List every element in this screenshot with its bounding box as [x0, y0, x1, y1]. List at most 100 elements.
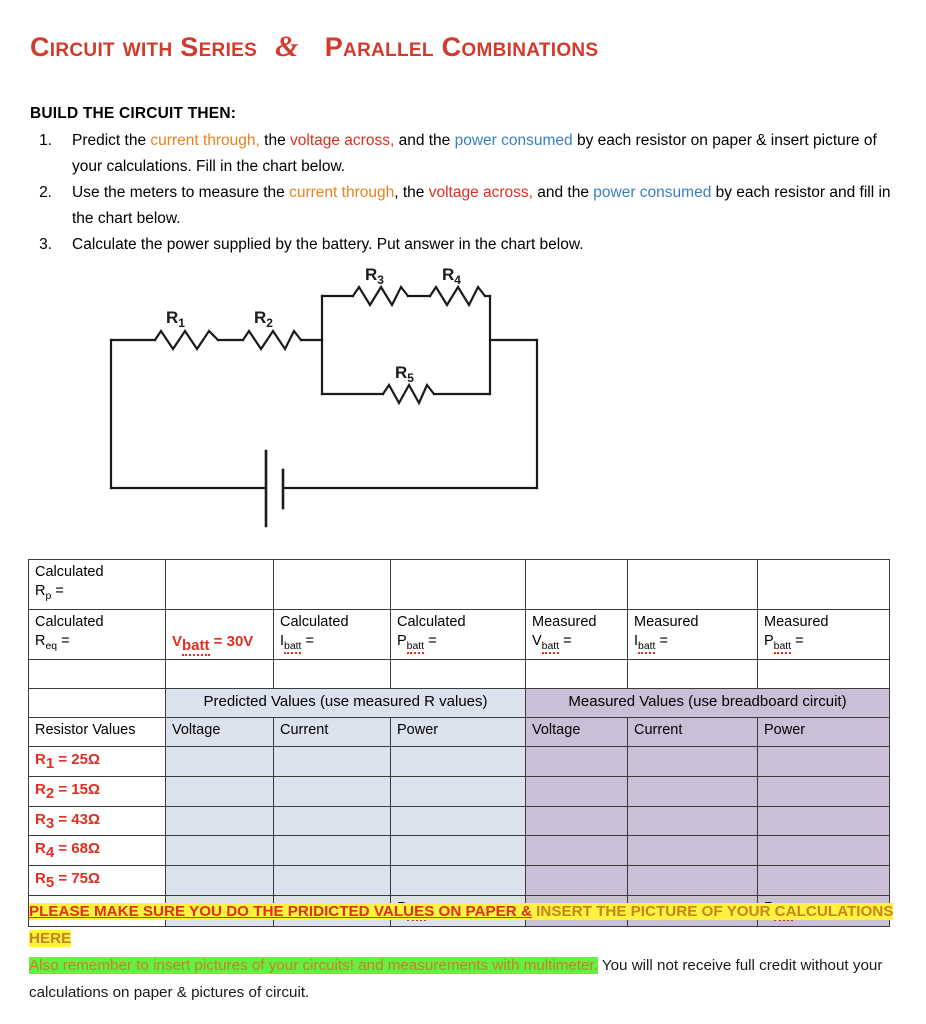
cell-resistor-r1: R1 = 25Ω: [28, 745, 166, 777]
cell-r4-measured-power[interactable]: [757, 835, 890, 867]
cell-spacer-2[interactable]: [165, 658, 274, 689]
cell-r1-measured-voltage[interactable]: [525, 745, 628, 777]
label-r5: R5: [395, 363, 414, 385]
r5-value: = 75Ω: [54, 870, 100, 888]
cell-r3-predicted-voltage[interactable]: [165, 805, 274, 837]
cell-measured-vbatt: Measured Vbatt =: [525, 608, 628, 660]
list-item: 2. Use the meters to measure the current…: [30, 180, 910, 232]
list-item-text: Calculate the power supplied by the batt…: [72, 236, 584, 253]
cell-r2-measured-power[interactable]: [757, 775, 890, 807]
cell-r5-measured-power[interactable]: [757, 865, 890, 897]
vbatt-symbol: V: [172, 632, 183, 650]
cell-r4-predicted-current[interactable]: [273, 835, 391, 867]
table-row-battery-values: Calculated Req = Vbatt = 30V Calculated …: [28, 608, 890, 660]
calculated-pbatt-label: Calculated: [397, 613, 466, 630]
build-the-circuit-lead: BUILD THE CIRCUIT THEN:: [30, 105, 237, 122]
pbatt-equals: =: [424, 632, 437, 649]
step1-seg3: and the: [394, 132, 455, 149]
cell-r1-predicted-power[interactable]: [390, 745, 526, 777]
cell-r2-measured-voltage[interactable]: [525, 775, 628, 807]
r1-symbol: R: [35, 750, 46, 768]
cell-r1-predicted-current[interactable]: [273, 745, 391, 777]
list-item: 1. Predict the current through, the volt…: [30, 128, 910, 180]
cell-spacer-7[interactable]: [757, 658, 890, 689]
pbatt-subscript: batt: [406, 640, 425, 654]
measured-pbatt-symbol: P: [764, 632, 774, 649]
cell-rp-blank-1[interactable]: [165, 559, 274, 610]
column-header-resistor-values: Resistor Values: [28, 716, 166, 747]
measured-pbatt-subscript: batt: [773, 640, 792, 654]
cell-r1-predicted-voltage[interactable]: [165, 745, 274, 777]
note-predicted-warning: PLEASE MAKE SURE YOU DO THE PRIDICTED VA…: [29, 903, 532, 920]
r3-subscript: 3: [45, 814, 55, 832]
cell-spacer-4[interactable]: [390, 658, 526, 689]
measured-pbatt-equals: =: [791, 632, 804, 649]
pbatt-symbol: P: [397, 632, 407, 649]
ibatt-subscript: batt: [284, 640, 302, 654]
req-subscript: eq: [45, 640, 58, 652]
cell-r3-measured-current[interactable]: [627, 805, 758, 837]
step2-seg1: Use the meters to measure the: [72, 184, 290, 201]
step1-power-consumed: power consumed: [454, 132, 573, 149]
r1-subscript: 1: [45, 754, 55, 772]
cell-r5-predicted-current[interactable]: [273, 865, 391, 897]
cell-r2-measured-current[interactable]: [627, 775, 758, 807]
title-ampersand: &: [275, 30, 299, 63]
measured-vbatt-symbol: V: [532, 632, 542, 649]
rp-equals: =: [51, 583, 64, 599]
column-header-measured-voltage: Voltage: [525, 716, 628, 747]
cell-spacer-6[interactable]: [627, 658, 758, 689]
ibatt-equals: =: [301, 632, 314, 649]
step2-seg2: , the: [394, 184, 429, 201]
cell-r4-measured-current[interactable]: [627, 835, 758, 867]
calculated-ibatt-label: Calculated: [280, 613, 349, 630]
footer-notes: PLEASE MAKE SURE YOU DO THE PRIDICTED VA…: [29, 898, 905, 1006]
step1-seg1: Predict the: [72, 132, 151, 149]
list-item-text: Use the meters to measure the current th…: [72, 180, 910, 232]
cell-r2-predicted-current[interactable]: [273, 775, 391, 807]
r5-symbol: R: [35, 870, 46, 888]
column-header-predicted-voltage: Voltage: [165, 716, 274, 747]
cell-spacer-3[interactable]: [273, 658, 391, 689]
cell-rp-blank-4[interactable]: [525, 559, 628, 610]
cell-rp-blank-5[interactable]: [627, 559, 758, 610]
cell-r3-predicted-power[interactable]: [390, 805, 526, 837]
step2-voltage-across: voltage across,: [428, 184, 533, 201]
cell-r5-measured-current[interactable]: [627, 865, 758, 897]
cell-spacer-1[interactable]: [28, 658, 166, 689]
measured-vbatt-label: Measured: [532, 613, 597, 630]
page-title: Circuit with Series & Parallel Combination…: [30, 30, 890, 64]
cell-rp-blank-3[interactable]: [390, 559, 526, 610]
table-row: R5 = 75Ω: [28, 865, 890, 897]
cell-r4-measured-voltage[interactable]: [525, 835, 628, 867]
cell-r5-predicted-power[interactable]: [390, 865, 526, 897]
table-row: R2 = 15Ω: [28, 775, 890, 807]
cell-rp-blank-2[interactable]: [273, 559, 391, 610]
cell-r4-predicted-power[interactable]: [390, 835, 526, 867]
measured-pbatt-label: Measured: [764, 613, 829, 630]
cell-r1-measured-power[interactable]: [757, 745, 890, 777]
cell-resistor-r4: R4 = 68Ω: [28, 835, 166, 867]
cell-spacer-5[interactable]: [525, 658, 628, 689]
r2-subscript: 2: [45, 784, 55, 802]
cell-r2-predicted-power[interactable]: [390, 775, 526, 807]
cell-r4-predicted-voltage[interactable]: [165, 835, 274, 867]
cell-r3-measured-power[interactable]: [757, 805, 890, 837]
instruction-list: 1. Predict the current through, the volt…: [30, 128, 910, 258]
cell-r5-measured-voltage[interactable]: [525, 865, 628, 897]
circuit-diagram: R1 R2 R3 R4 R5: [100, 268, 570, 538]
measured-ibatt-equals: =: [655, 632, 668, 649]
table-row-column-headers: Resistor Values Voltage Current Power Vo…: [28, 716, 890, 747]
cell-r3-measured-voltage[interactable]: [525, 805, 628, 837]
cell-rp-blank-6[interactable]: [757, 559, 890, 610]
column-header-predicted-current: Current: [273, 716, 391, 747]
list-item-number: 2.: [39, 184, 52, 201]
cell-r5-predicted-voltage[interactable]: [165, 865, 274, 897]
cell-r2-predicted-voltage[interactable]: [165, 775, 274, 807]
cell-r1-measured-current[interactable]: [627, 745, 758, 777]
r5-subscript: 5: [45, 874, 55, 892]
list-item-text: Predict the current through, the voltage…: [72, 128, 910, 180]
r4-value: = 68Ω: [54, 840, 100, 858]
cell-r3-predicted-current[interactable]: [273, 805, 391, 837]
calculated-rp-label: Calculated: [35, 564, 104, 580]
